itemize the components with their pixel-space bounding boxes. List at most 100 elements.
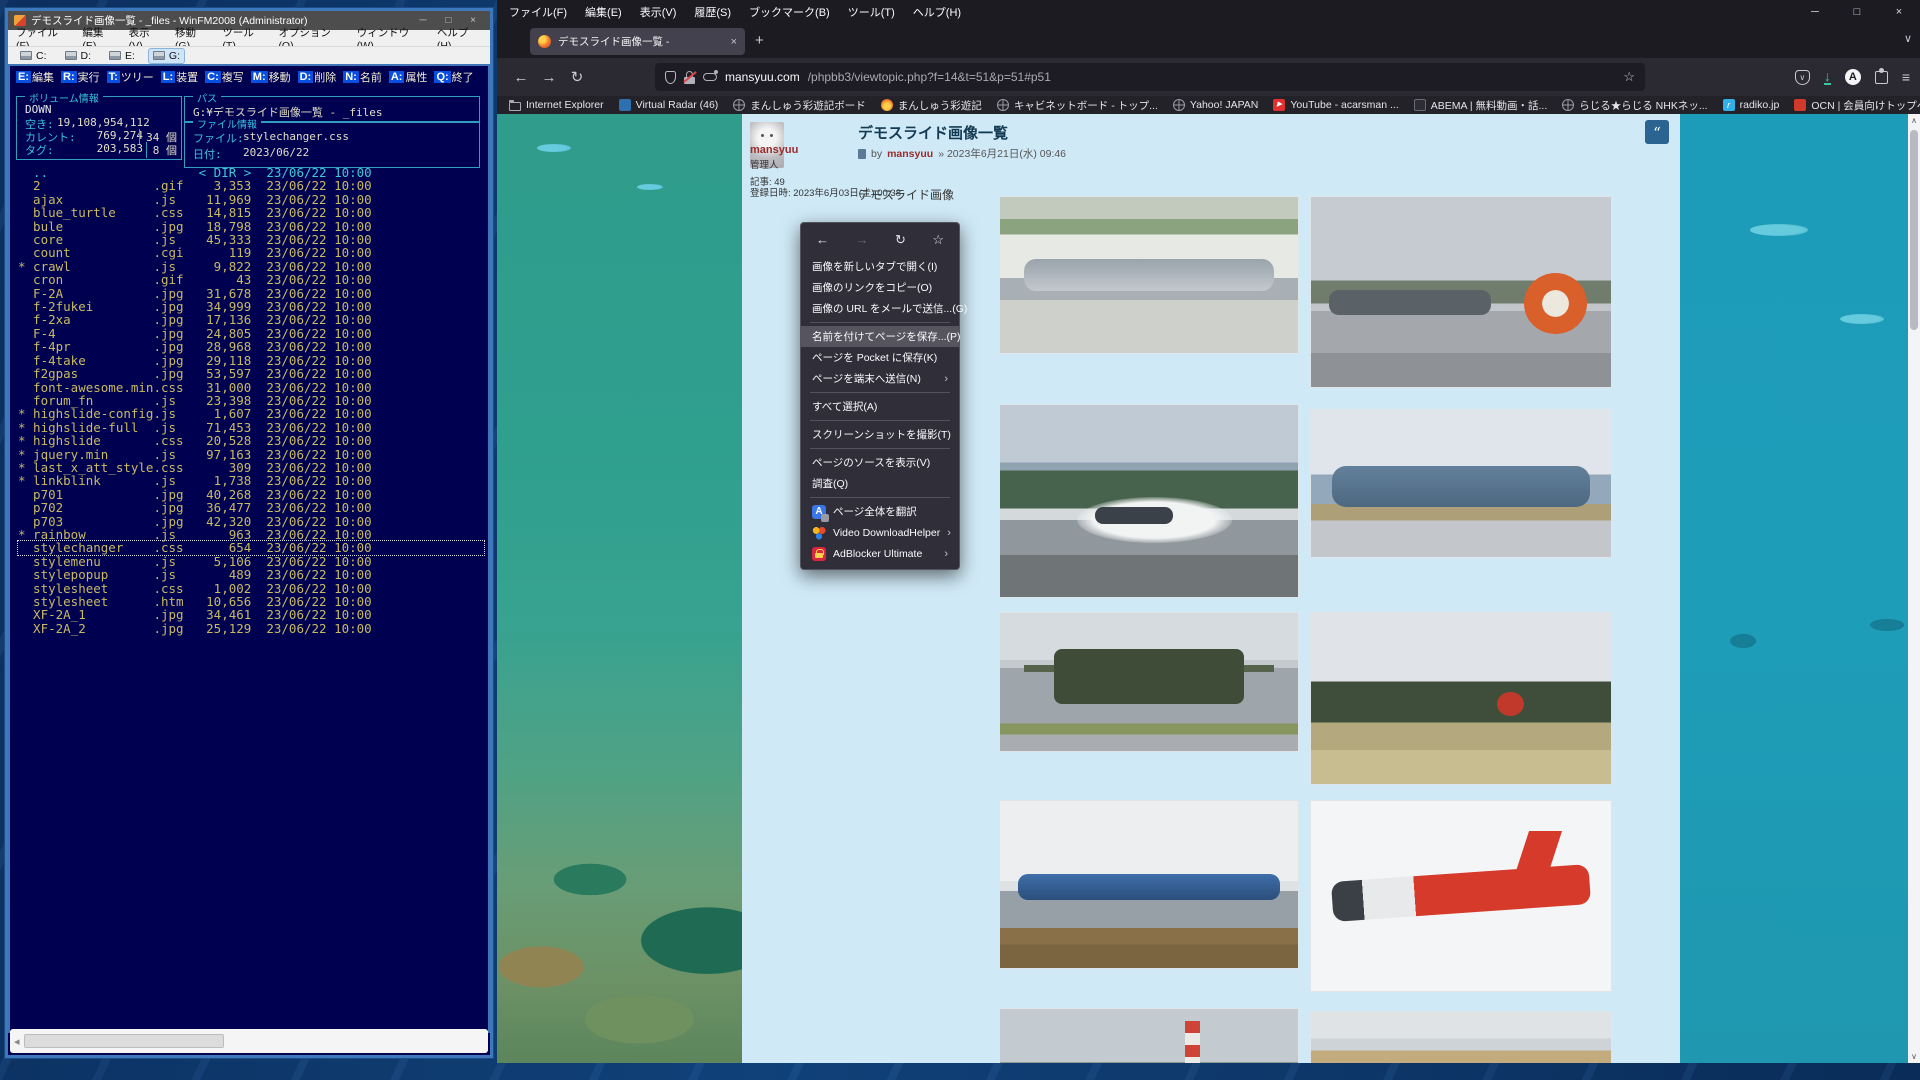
ctx-reload-icon[interactable]: ↻	[895, 232, 906, 248]
ctx-back-icon[interactable]: ←	[816, 232, 829, 248]
context-menu-item[interactable]: AdBlocker Ultimate›	[801, 543, 959, 564]
file-row[interactable]: blue_turtle .css 14,815 23/06/22 10:00	[18, 206, 484, 219]
file-row[interactable]: 2 .gif 3,353 23/06/22 10:00	[18, 179, 484, 192]
back-button[interactable]: ←	[507, 69, 535, 86]
context-menu-item[interactable]: ページを端末へ送信(N)›	[801, 368, 959, 389]
new-tab-button[interactable]: +	[755, 32, 764, 49]
context-menu-item[interactable]: ページのソースを表示(V)	[801, 452, 959, 473]
file-row[interactable]: XF-2A_2 .jpg 25,129 23/06/22 10:00	[18, 622, 484, 635]
drive-tab-C[interactable]: C:	[16, 49, 51, 63]
file-row[interactable]: f-4pr .jpg 28,968 23/06/22 10:00	[18, 340, 484, 353]
file-row[interactable]: f2gpas .jpg 53,597 23/06/22 10:00	[18, 367, 484, 380]
bookmark-item[interactable]: Internet Explorer	[509, 99, 604, 111]
context-menu-item[interactable]: 画像を新しいタブで開く(I)	[801, 256, 959, 277]
fn-Q[interactable]: Q:終了	[434, 69, 473, 85]
context-menu-item[interactable]: 名前を付けてページを保存...(P)	[801, 326, 959, 347]
fn-T[interactable]: T:ツリー	[107, 69, 154, 85]
file-row[interactable]: p701 .jpg 40,268 23/06/22 10:00	[18, 488, 484, 501]
bookmark-item[interactable]: ▶YouTube - acarsman ...	[1273, 99, 1398, 111]
file-row[interactable]: * last_x_att_style.css 309 23/06/22 10:0…	[18, 461, 484, 474]
file-row[interactable]: font-awesome.min.css 31,000 23/06/22 10:…	[18, 381, 484, 394]
file-row[interactable]: forum_fn .js 23,398 23/06/22 10:00	[18, 394, 484, 407]
tracking-protection-shield-icon[interactable]	[665, 71, 676, 84]
file-row[interactable]: p702 .jpg 36,477 23/06/22 10:00	[18, 501, 484, 514]
browser-menu-item[interactable]: 表示(V)	[640, 4, 677, 20]
file-row[interactable]: ajax .js 11,969 23/06/22 10:00	[18, 193, 484, 206]
scroll-up-icon[interactable]: ∧	[1908, 116, 1920, 125]
context-menu-item[interactable]: 調査(Q)	[801, 473, 959, 494]
ctx-bookmark-icon[interactable]: ☆	[932, 232, 944, 248]
fn-D[interactable]: D:削除	[298, 69, 337, 85]
active-tab[interactable]: デモスライド画像一覧 - ×	[530, 28, 745, 55]
insecure-lock-icon[interactable]	[684, 71, 695, 84]
file-row[interactable]: f-2fukei .jpg 34,999 23/06/22 10:00	[18, 300, 484, 313]
bookmark-item[interactable]: らじる★らじる NHKネッ...	[1562, 98, 1707, 113]
context-menu-item[interactable]: 画像の URL をメールで送信...(G)	[801, 298, 959, 319]
drive-tab-D[interactable]: D:	[61, 49, 96, 63]
downloads-icon[interactable]: ↓	[1824, 70, 1831, 85]
bookmark-item[interactable]: キャビネットボード - トップ...	[997, 98, 1158, 113]
bookmark-item[interactable]: まんしゅう彩遊記	[881, 98, 982, 113]
drive-tab-E[interactable]: E:	[105, 49, 139, 63]
bookmark-item[interactable]: OCN | 会員向けトップペ...	[1794, 98, 1920, 113]
forum-image-c130-green-front[interactable]	[999, 612, 1299, 752]
file-row[interactable]: .. < DIR > 23/06/22 10:00	[18, 166, 484, 179]
forum-image-airfield-tower-partial[interactable]	[999, 1008, 1299, 1063]
file-row[interactable]: f-4take .jpg 29,118 23/06/22 10:00	[18, 354, 484, 367]
context-menu-item[interactable]: スクリーンショットを撮影(T)	[801, 424, 959, 445]
forum-image-f4ej-phantom-hangar[interactable]	[999, 196, 1299, 354]
fn-N[interactable]: N:名前	[343, 69, 382, 85]
reload-button[interactable]: ↻	[563, 68, 591, 86]
drive-tab-G[interactable]: G:	[149, 49, 184, 63]
file-row[interactable]: F-2A .jpg 31,678 23/06/22 10:00	[18, 287, 484, 300]
browser-menu-item[interactable]: 編集(E)	[585, 4, 622, 20]
file-row[interactable]: count .cgi 119 23/06/22 10:00	[18, 246, 484, 259]
winfm-horizontal-scrollbar[interactable]: ◂	[10, 1029, 488, 1053]
context-menu-item[interactable]: ページを Pocket に保存(K)	[801, 347, 959, 368]
scroll-down-icon[interactable]: ∨	[1908, 1052, 1920, 1061]
forum-image-c130-blue-taxi[interactable]	[1310, 409, 1612, 558]
list-all-tabs-icon[interactable]: ∨	[1904, 32, 1912, 45]
forum-image-c130-green-side-hinomaru[interactable]	[1310, 612, 1612, 785]
fn-M[interactable]: M:移動	[251, 69, 291, 85]
file-row[interactable]: * linkblink .js 1,738 23/06/22 10:00	[18, 474, 484, 487]
browser-menu-item[interactable]: ツール(T)	[848, 4, 895, 20]
permissions-icon[interactable]	[703, 73, 717, 81]
file-row[interactable]: * highslide-full .js 71,453 23/06/22 10:…	[18, 421, 484, 434]
file-row[interactable]: stylesheet .css 1,002 23/06/22 10:00	[18, 582, 484, 595]
maximize-button[interactable]: □	[1836, 0, 1878, 24]
file-row[interactable]: * rainbow .js 963 23/06/22 10:00	[18, 528, 484, 541]
file-row[interactable]: stylesheet .htm 10,656 23/06/22 10:00	[18, 595, 484, 608]
bookmark-item[interactable]: ABEMA | 無料動画・話...	[1414, 98, 1548, 113]
file-row[interactable]: p703 .jpg 42,320 23/06/22 10:00	[18, 515, 484, 528]
browser-menu-item[interactable]: ブックマーク(B)	[749, 4, 830, 20]
file-row[interactable]: F-4 .jpg 24,805 23/06/22 10:00	[18, 327, 484, 340]
close-button[interactable]: ×	[1878, 0, 1920, 24]
fn-L[interactable]: L:装置	[161, 69, 198, 85]
browser-menu-item[interactable]: ヘルプ(H)	[913, 4, 961, 20]
forward-button[interactable]: →	[535, 69, 563, 86]
file-row[interactable]: * highslide .css 20,528 23/06/22 10:00	[18, 434, 484, 447]
extensions-puzzle-icon[interactable]	[1875, 71, 1888, 84]
forum-image-f4ej-phantom-drag-chute[interactable]	[1310, 196, 1612, 388]
url-bar[interactable]: mansyuu.com /phpbb3/viewtopic.php?f=14&t…	[655, 63, 1645, 91]
file-row[interactable]: * highslide-config.js 1,607 23/06/22 10:…	[18, 407, 484, 420]
context-menu-item[interactable]: Aページ全体を翻訳	[801, 501, 959, 522]
file-row[interactable]: stylechanger .css 654 23/06/22 10:00	[18, 541, 484, 554]
bookmark-item[interactable]: Virtual Radar (46)	[619, 99, 719, 111]
context-menu-item[interactable]: すべて選択(A)	[801, 396, 959, 417]
bookmark-item[interactable]: rradiko.jp	[1723, 99, 1780, 111]
forum-image-airfield-ground-partial[interactable]	[1310, 1011, 1612, 1063]
file-row[interactable]: * jquery.min .js 97,163 23/06/22 10:00	[18, 448, 484, 461]
context-menu-item[interactable]: Video DownloadHelper›	[801, 522, 959, 543]
tab-close-icon[interactable]: ×	[731, 36, 737, 48]
file-row[interactable]: XF-2A_1 .jpg 34,461 23/06/22 10:00	[18, 608, 484, 621]
scrollbar-thumb[interactable]	[1910, 130, 1918, 330]
bookmark-star-icon[interactable]: ☆	[1623, 69, 1635, 85]
app-menu-icon[interactable]: ≡	[1902, 69, 1910, 85]
file-row[interactable]: * crawl .js 9,822 23/06/22 10:00	[18, 260, 484, 273]
forum-image-xf2-prototype-red-white[interactable]	[1310, 800, 1612, 992]
page-scrollbar[interactable]: ∧ ∨	[1908, 114, 1920, 1063]
fn-A[interactable]: A:属性	[389, 69, 428, 85]
ctx-forward-icon[interactable]: →	[855, 232, 868, 248]
